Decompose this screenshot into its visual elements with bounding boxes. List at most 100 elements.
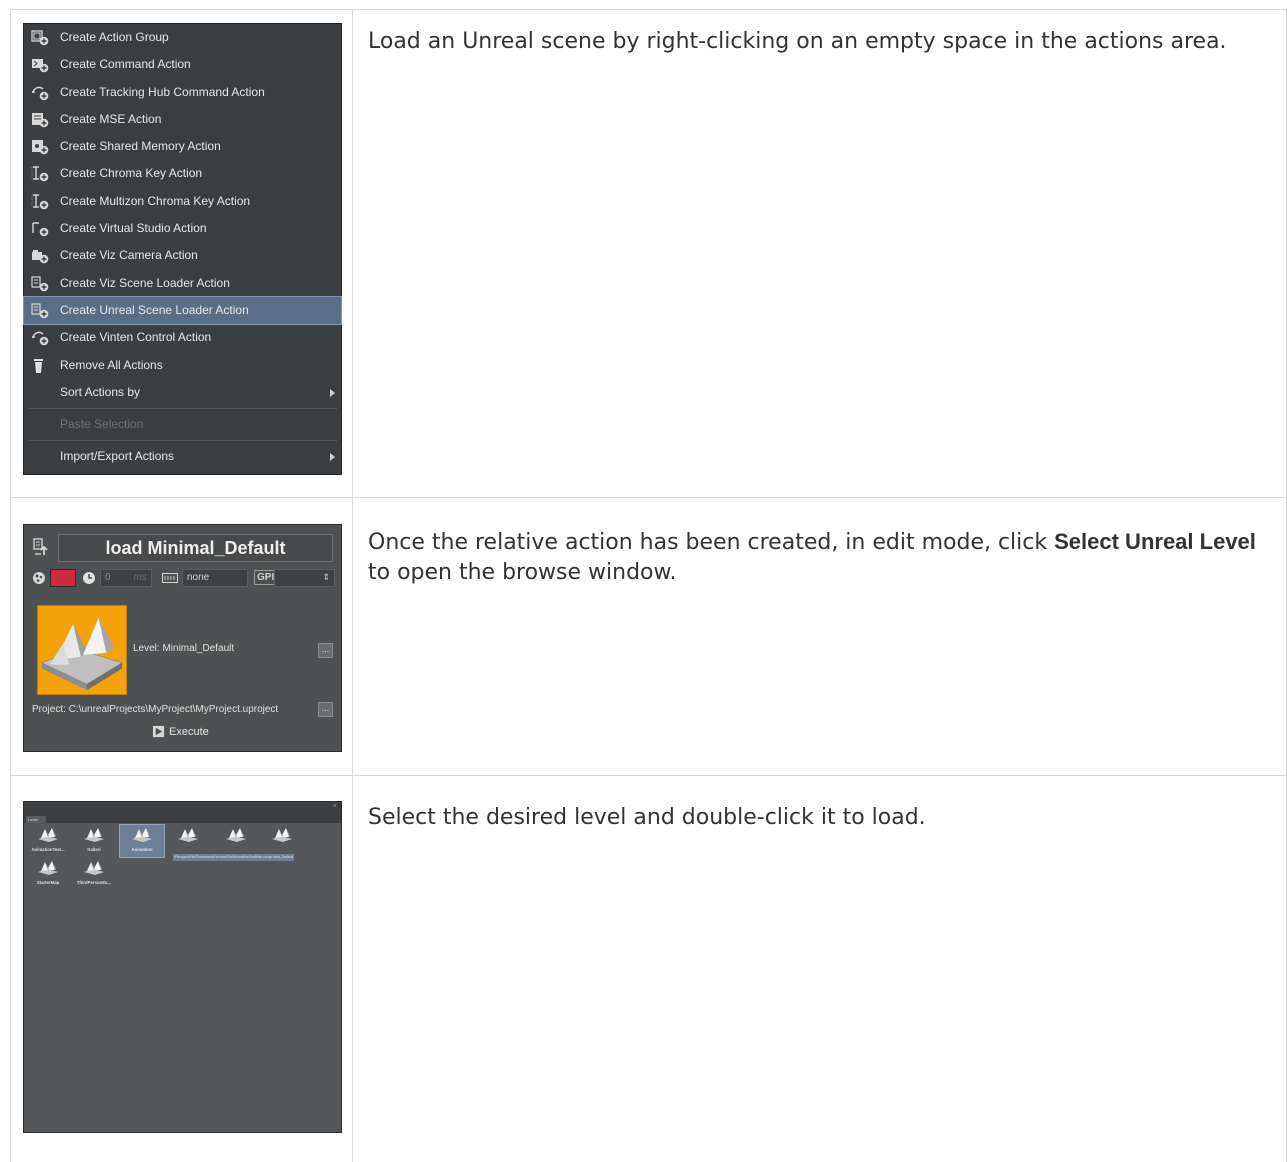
scene-loader-icon — [33, 538, 48, 555]
mountains-thumbnail-icon — [41, 617, 123, 691]
level-name: Animation — [131, 847, 153, 852]
action-title[interactable]: load Minimal_Default — [58, 534, 333, 562]
menu-item-label: Remove All Actions — [60, 357, 163, 372]
level-item[interactable] — [214, 825, 258, 857]
table-border-top — [10, 9, 1287, 10]
action-settings-row: 0 ms none GPI ⇕ — [32, 569, 335, 587]
trash-icon — [34, 358, 43, 373]
execute-label: Execute — [169, 725, 209, 738]
mse-action-icon — [32, 112, 49, 128]
row-2-text-end: to open the browse window. — [368, 560, 677, 585]
level-mountains-icon — [84, 828, 104, 842]
gpi-select[interactable]: ⇕ — [274, 569, 335, 587]
level-item[interactable] — [260, 825, 304, 857]
delay-value: 0 — [105, 572, 111, 583]
submenu-arrow-icon — [330, 388, 335, 397]
color-picker-icon[interactable] — [32, 571, 46, 585]
menu-item-label: Create MSE Action — [60, 111, 162, 126]
menu-item-remove-all-actions[interactable]: Remove All Actions — [24, 352, 341, 379]
menu-item-create-shared-memory-action[interactable]: Create Shared Memory Action — [24, 133, 341, 160]
level-item[interactable]: Animation — [119, 824, 165, 858]
menu-item-label: Create Vinten Control Action — [60, 330, 212, 345]
menu-item-label: Create Command Action — [60, 57, 191, 72]
menu-item-create-viz-camera-action[interactable]: Create Viz Camera Action — [24, 242, 341, 269]
level-tab[interactable]: Level — [26, 816, 46, 823]
close-icon[interactable]: × — [333, 803, 337, 810]
menu-item-create-tracking-hub-command-action[interactable]: Create Tracking Hub Command Action — [24, 79, 341, 106]
level-mountains-icon — [226, 828, 246, 842]
menu-item-create-viz-scene-loader-action[interactable]: Create Viz Scene Loader Action — [24, 270, 341, 297]
menu-item-import-export-actions[interactable]: Import/Export Actions — [24, 443, 341, 470]
project-field: Project: C:\unrealProjects\MyProject\MyP… — [32, 704, 278, 715]
level-value: Minimal_Default — [162, 643, 235, 654]
level-mountains-icon — [84, 861, 104, 875]
level-mountains-icon — [38, 861, 58, 875]
table-row-divider-2 — [10, 775, 1287, 776]
row-1-description: Load an Unreal scene by right-clicking o… — [368, 29, 1227, 54]
execute-button[interactable]: Execute — [152, 725, 209, 738]
multizon-chroma-key-icon — [31, 194, 49, 210]
menu-item-label: Create Shared Memory Action — [60, 139, 221, 154]
level-label: Level: — [133, 643, 160, 654]
menu-item-label: Paste Selection — [60, 417, 144, 432]
execute-icon — [152, 725, 165, 738]
command-action-icon — [32, 59, 49, 73]
tracking-hub-icon — [32, 86, 49, 100]
level-name: Kallari — [87, 847, 101, 852]
menu-item-create-mse-action[interactable]: Create MSE Action — [24, 106, 341, 133]
level-name: ThirdPersonEx... — [76, 880, 112, 885]
menu-separator — [28, 408, 337, 410]
menu-item-label: Create Multizon Chroma Key Action — [60, 193, 251, 208]
delay-input[interactable]: 0 ms — [100, 569, 152, 587]
virtual-studio-icon — [32, 222, 49, 237]
level-name: StarterMap — [36, 880, 60, 885]
menu-item-label: Create Viz Scene Loader Action — [60, 275, 230, 290]
level-path-tooltip: /Paragon/Yin/Characters/Heroes/Yin/Anima… — [173, 854, 295, 861]
menu-item-create-multizon-chroma-key-action[interactable]: Create Multizon Chroma Key Action — [24, 188, 341, 215]
menu-item-create-chroma-key-action[interactable]: Create Chroma Key Action — [24, 160, 341, 187]
menu-item-sort-actions-by[interactable]: Sort Actions by — [24, 379, 341, 406]
browser-title-bar — [24, 802, 341, 823]
action-color-swatch[interactable] — [50, 569, 76, 587]
shared-memory-icon — [32, 140, 49, 155]
menu-item-create-vinten-control-action[interactable]: Create Vinten Control Action — [24, 324, 341, 351]
level-name: AnimationTest... — [31, 847, 65, 852]
delay-unit: ms — [133, 572, 147, 583]
action-group-icon — [31, 30, 49, 46]
project-path: C:\unrealProjects\MyProject\MyProject.up… — [68, 704, 279, 715]
level-thumbnail[interactable] — [37, 605, 127, 695]
level-browser-window: Level × AnimationTest... Kallari Animation… — [23, 801, 342, 1133]
table-row-divider-1 — [10, 497, 1287, 498]
menu-item-create-unreal-scene-loader-action[interactable]: Create Unreal Scene Loader Action — [23, 295, 342, 326]
select-unreal-level-button[interactable]: ... — [318, 643, 333, 658]
unreal-scene-loader-action: load Minimal_Default 0 ms none GPI ⇕ Lev… — [23, 524, 342, 752]
viz-scene-loader-icon — [31, 276, 49, 291]
level-item[interactable]: StarterMap — [26, 858, 70, 890]
select-project-button[interactable]: ... — [318, 702, 333, 717]
level-mountains-icon — [132, 828, 152, 842]
row-2-description: Once the relative action has been create… — [368, 527, 1268, 588]
level-item[interactable] — [166, 825, 210, 857]
level-item[interactable]: Kallari — [72, 825, 116, 857]
menu-separator — [28, 440, 337, 442]
level-mountains-icon — [38, 828, 58, 842]
menu-item-create-command-action[interactable]: Create Command Action — [24, 51, 341, 78]
actions-context-menu: Create Action Group Create Command Action… — [23, 23, 342, 475]
table-border-left — [10, 9, 11, 1162]
submenu-arrow-icon — [330, 453, 335, 462]
level-item[interactable]: ThirdPersonEx... — [72, 858, 116, 890]
level-item[interactable]: AnimationTest... — [26, 825, 70, 857]
menu-item-label: Sort Actions by — [60, 384, 141, 399]
menu-item-paste-selection: Paste Selection — [24, 411, 341, 438]
row-3-description: Select the desired level and double-clic… — [368, 805, 926, 830]
menu-item-label: Create Chroma Key Action — [60, 166, 203, 181]
menu-item-create-virtual-studio-action[interactable]: Create Virtual Studio Action — [24, 215, 341, 242]
menu-item-label: Create Action Group — [60, 30, 169, 44]
clock-icon — [83, 572, 95, 584]
tooltip-path: /Paragon/Yin/Characters/Heroes/Yin/Anima… — [174, 855, 273, 859]
chroma-key-icon — [31, 166, 49, 182]
menu-item-create-action-group[interactable]: Create Action Group — [24, 24, 341, 51]
menu-item-label: Create Unreal Scene Loader Action — [60, 302, 249, 317]
trigger-input[interactable]: none — [182, 569, 248, 587]
tooltip-suffix: imal_Default — [273, 855, 294, 859]
